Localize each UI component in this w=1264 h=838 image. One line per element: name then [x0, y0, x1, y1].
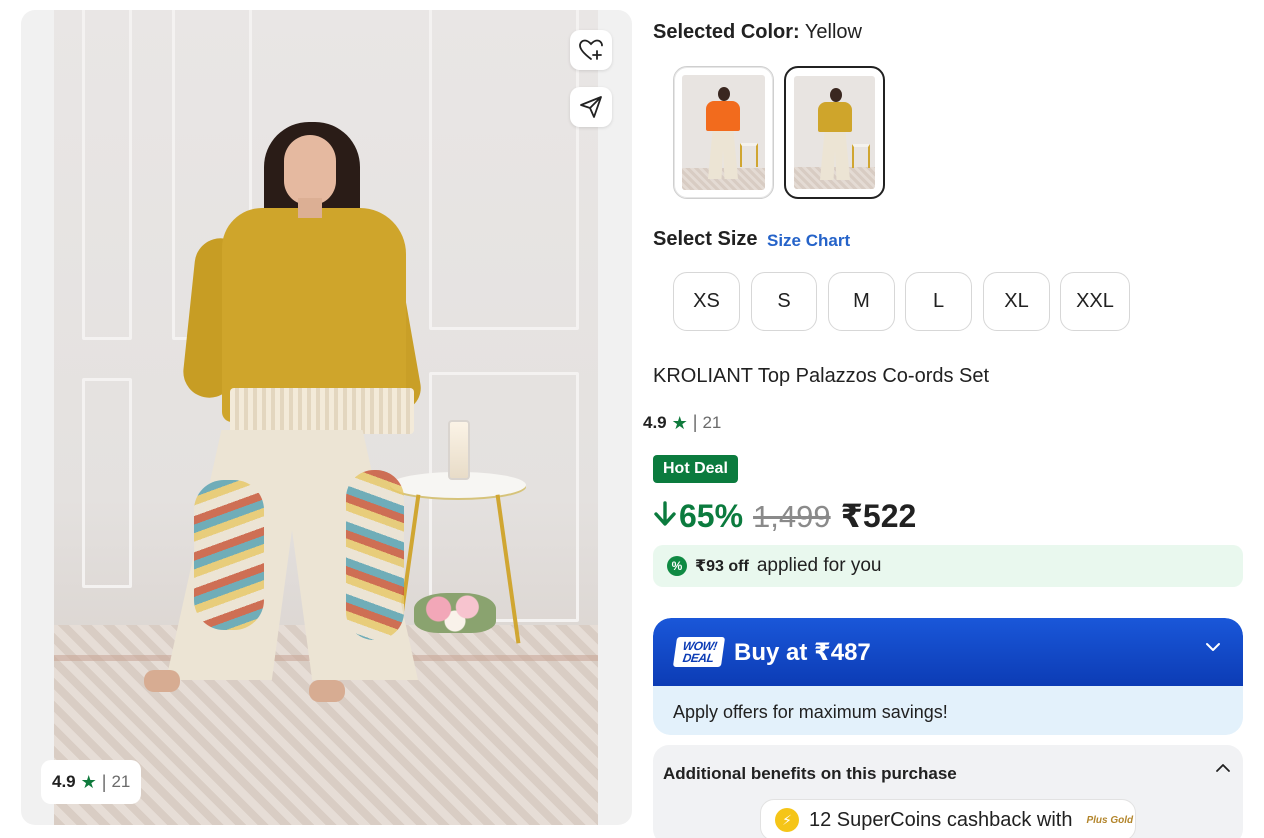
- wow-badge-line2: DEAL: [681, 651, 715, 665]
- thumb-floor: [794, 167, 875, 189]
- supercoin-icon: ⚡: [775, 808, 799, 832]
- model-face: [284, 135, 336, 205]
- top-lace-hem: [230, 388, 414, 434]
- selected-color-label: Selected Color:: [653, 21, 800, 43]
- chevron-down-icon[interactable]: [1205, 642, 1221, 652]
- size-option-m[interactable]: M: [828, 272, 895, 331]
- swatch-thumbnail: [682, 75, 765, 190]
- heart-plus-icon: [579, 39, 603, 60]
- supercoins-cashback: ⚡ 12 SuperCoins cashback with Plus Gold: [760, 799, 1136, 838]
- wow-deal-offers[interactable]: Apply offers for maximum savings!: [653, 680, 1243, 735]
- selling-price: ₹522: [840, 498, 917, 534]
- product-rating[interactable]: 4.9 ★ | 21: [643, 412, 721, 433]
- candle-holder: [448, 420, 470, 480]
- size-option-xxl[interactable]: XXL: [1060, 272, 1130, 331]
- wishlist-button[interactable]: [570, 30, 612, 70]
- discount-percent: 65%: [679, 498, 744, 534]
- thumb-table: [852, 144, 870, 168]
- wall-panel: [82, 378, 132, 588]
- selected-color: Selected Color: Yellow: [653, 21, 862, 44]
- buy-at-price: Buy at ₹487: [734, 638, 871, 666]
- wall-panel: [429, 10, 579, 330]
- image-rating-chip: 4.9 ★ | 21: [41, 760, 142, 804]
- star-icon: ★: [80, 772, 97, 792]
- rating-value: 4.9: [52, 772, 76, 791]
- size-option-s[interactable]: S: [751, 272, 817, 331]
- product-image[interactable]: [54, 10, 598, 825]
- rating-count: 21: [111, 772, 131, 791]
- applied-offer-banner: % ₹93 off applied for you: [653, 545, 1243, 587]
- size-chart-link[interactable]: Size Chart: [767, 231, 850, 251]
- benefits-title: Additional benefits on this purchase: [663, 764, 957, 783]
- mrp-price: 1,499: [753, 499, 831, 534]
- thumb-top: [818, 102, 852, 132]
- thumb-top: [706, 101, 740, 131]
- additional-benefits-section: Additional benefits on this purchase ⚡ 1…: [653, 745, 1243, 838]
- thumb-head: [718, 87, 730, 101]
- size-option-l[interactable]: L: [905, 272, 972, 331]
- wow-deal-header[interactable]: WOW! DEAL Buy at ₹487: [653, 618, 1243, 686]
- flower-bowl: [414, 593, 496, 633]
- discount: 65%: [653, 498, 743, 535]
- wow-deal-card[interactable]: Apply offers for maximum savings! WOW! D…: [653, 618, 1243, 735]
- wall-panel: [82, 10, 132, 340]
- color-swatch-orange[interactable]: [673, 66, 774, 199]
- size-option-xl[interactable]: XL: [983, 272, 1050, 331]
- product-image-gallery[interactable]: 4.9 ★ | 21: [21, 10, 632, 825]
- supercoins-text: 12 SuperCoins cashback with: [809, 808, 1073, 831]
- product-title: KROLIANT Top Palazzos Co-ords Set: [653, 365, 990, 387]
- palazzo-print: [346, 470, 404, 640]
- model-neck: [298, 198, 322, 218]
- select-size-title: Select Size: [653, 228, 758, 250]
- chevron-up-icon[interactable]: [1215, 763, 1231, 773]
- rating-count: 21: [702, 412, 722, 432]
- star-icon: ★: [671, 412, 688, 433]
- share-icon: [580, 96, 602, 118]
- down-arrow-icon: [654, 501, 676, 526]
- hot-deal-badge: Hot Deal: [653, 455, 738, 483]
- rating-value: 4.9: [643, 412, 667, 432]
- share-button[interactable]: [570, 87, 612, 127]
- model-foot: [144, 670, 180, 692]
- size-option-xs[interactable]: XS: [673, 272, 740, 331]
- color-swatch-yellow[interactable]: [784, 66, 885, 199]
- swatch-thumbnail: [794, 76, 875, 189]
- palazzo-print: [194, 480, 264, 630]
- applied-offer-amount: ₹93 off: [695, 558, 749, 575]
- thumb-head: [830, 88, 842, 102]
- thumb-table: [740, 143, 758, 167]
- plus-gold-label: Plus Gold: [1086, 814, 1134, 826]
- price-row: 65% 1,499 ₹522: [653, 497, 916, 535]
- percent-badge-icon: %: [667, 556, 687, 576]
- wow-deal-subtitle: Apply offers for maximum savings!: [673, 702, 948, 722]
- rating-separator: |: [692, 412, 698, 432]
- selected-color-value: Yellow: [804, 21, 862, 43]
- model-foot: [309, 680, 345, 702]
- thumb-floor: [682, 168, 765, 190]
- rating-separator: |: [101, 771, 107, 792]
- applied-offer-text: applied for you: [756, 555, 882, 576]
- wow-deal-logo: WOW! DEAL: [672, 637, 726, 667]
